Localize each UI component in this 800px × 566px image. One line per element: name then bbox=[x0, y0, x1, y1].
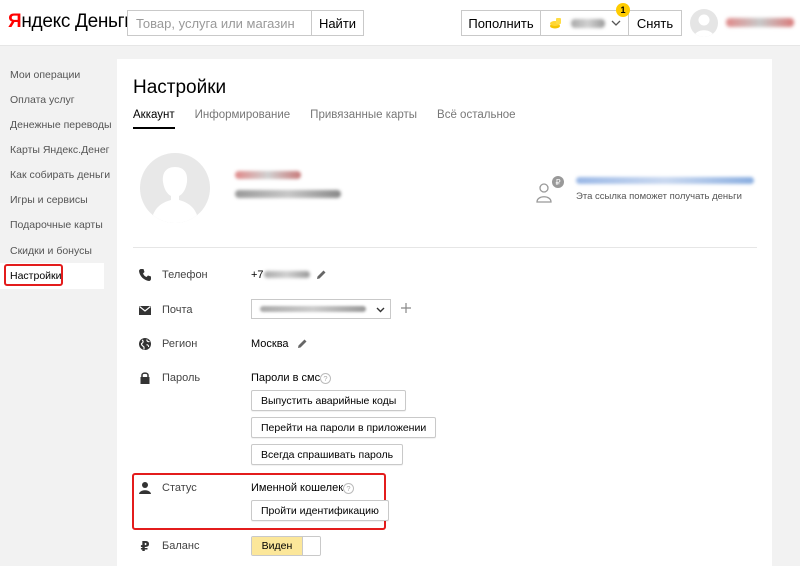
receive-money-icon: ₽ bbox=[536, 176, 564, 203]
top-header: Яндекс Деньги Найти Пополнить Снять 1 bbox=[0, 0, 800, 46]
settings-highlight-frame bbox=[4, 264, 63, 286]
email-value-hidden bbox=[260, 306, 366, 312]
search-input[interactable] bbox=[127, 10, 311, 36]
password-mode: Пароли в смс bbox=[251, 372, 321, 384]
user-silhouette-icon bbox=[694, 14, 714, 37]
topup-button[interactable]: Пополнить bbox=[462, 11, 541, 35]
search-button[interactable]: Найти bbox=[311, 10, 364, 36]
password-help-icon[interactable]: ? bbox=[320, 373, 331, 384]
ruble-icon: ₽ bbox=[140, 540, 149, 553]
settings-panel: Настройки Аккаунт Информирование Привяза… bbox=[117, 59, 772, 566]
sidebar-item-gift-cards[interactable]: Подарочные карты bbox=[10, 219, 103, 231]
tab-account[interactable]: Аккаунт bbox=[133, 109, 175, 129]
section-divider bbox=[133, 247, 757, 248]
payment-link-hint: Эта ссылка поможет получать деньги bbox=[576, 191, 742, 202]
phone-label: Телефон bbox=[162, 269, 208, 281]
status-help-icon[interactable]: ? bbox=[343, 483, 354, 494]
app-passwords-button[interactable]: Перейти на пароли в приложении bbox=[251, 417, 437, 438]
sidebar-item-games[interactable]: Игры и сервисы bbox=[10, 194, 88, 206]
toggle-off-segment[interactable] bbox=[302, 537, 320, 555]
payment-link-hidden[interactable] bbox=[576, 177, 754, 184]
region-label: Регион bbox=[162, 338, 198, 350]
person-icon bbox=[139, 482, 151, 494]
status-value: Именной кошелек bbox=[251, 482, 344, 494]
settings-tabs: Аккаунт Информирование Привязанные карты… bbox=[133, 109, 536, 129]
chevron-down-icon bbox=[376, 307, 385, 313]
identification-button[interactable]: Пройти идентификацию bbox=[251, 500, 389, 521]
page-title: Настройки bbox=[133, 77, 227, 98]
phone-prefix: +7 bbox=[251, 269, 264, 281]
wallet-number-hidden bbox=[235, 190, 341, 198]
phone-number-hidden bbox=[264, 271, 310, 278]
password-label: Пароль bbox=[162, 372, 201, 384]
always-ask-password-button[interactable]: Всегда спрашивать пароль bbox=[251, 444, 404, 465]
sidebar-item-transfers[interactable]: Денежные переводы bbox=[10, 119, 112, 131]
mail-icon bbox=[139, 306, 151, 315]
tab-notifications[interactable]: Информирование bbox=[195, 109, 291, 129]
status-label: Статус bbox=[162, 482, 197, 494]
region-value: Москва bbox=[251, 338, 289, 350]
sidebar-item-operations[interactable]: Мои операции bbox=[10, 69, 80, 81]
toggle-on-label: Виден bbox=[252, 537, 302, 555]
wallet-controls: Пополнить Снять bbox=[461, 10, 682, 36]
tab-linked-cards[interactable]: Привязанные карты bbox=[310, 109, 417, 129]
svg-text:₽: ₽ bbox=[555, 178, 560, 187]
lock-icon bbox=[140, 372, 150, 384]
balance-dropdown[interactable] bbox=[541, 11, 629, 35]
notification-badge[interactable]: 1 bbox=[616, 3, 630, 17]
edit-phone-icon[interactable] bbox=[316, 269, 327, 280]
profile-avatar[interactable] bbox=[140, 153, 210, 223]
balance-coins-icon bbox=[550, 18, 561, 29]
tab-other[interactable]: Всё остальное bbox=[437, 109, 516, 129]
sidebar-item-cards[interactable]: Карты Яндекс.Денег bbox=[10, 144, 109, 156]
user-silhouette-icon bbox=[151, 167, 199, 223]
emergency-codes-button[interactable]: Выпустить аварийные коды bbox=[251, 390, 407, 411]
globe-icon bbox=[139, 338, 151, 350]
username-hidden[interactable] bbox=[726, 18, 794, 27]
sidebar-item-discounts[interactable]: Скидки и бонусы bbox=[10, 245, 92, 257]
yandex-money-logo[interactable]: Яндекс Деньги bbox=[8, 11, 135, 33]
profile-name-hidden bbox=[235, 171, 301, 179]
email-label: Почта bbox=[162, 304, 193, 316]
edit-region-icon[interactable] bbox=[297, 338, 308, 349]
phone-icon bbox=[139, 269, 151, 281]
email-select[interactable] bbox=[251, 299, 391, 319]
balance-label: Баланс bbox=[162, 540, 200, 552]
balance-amount-hidden bbox=[571, 18, 605, 28]
sidebar-item-payments[interactable]: Оплата услуг bbox=[10, 94, 75, 106]
user-avatar[interactable] bbox=[690, 9, 718, 37]
sidebar-item-fundraising[interactable]: Как собирать деньги bbox=[10, 169, 110, 181]
add-email-icon[interactable] bbox=[400, 302, 412, 314]
svg-text:₽: ₽ bbox=[140, 540, 149, 553]
balance-visibility-toggle[interactable]: Виден bbox=[251, 536, 321, 556]
withdraw-button[interactable]: Снять bbox=[629, 11, 681, 35]
chevron-down-icon bbox=[611, 20, 621, 26]
